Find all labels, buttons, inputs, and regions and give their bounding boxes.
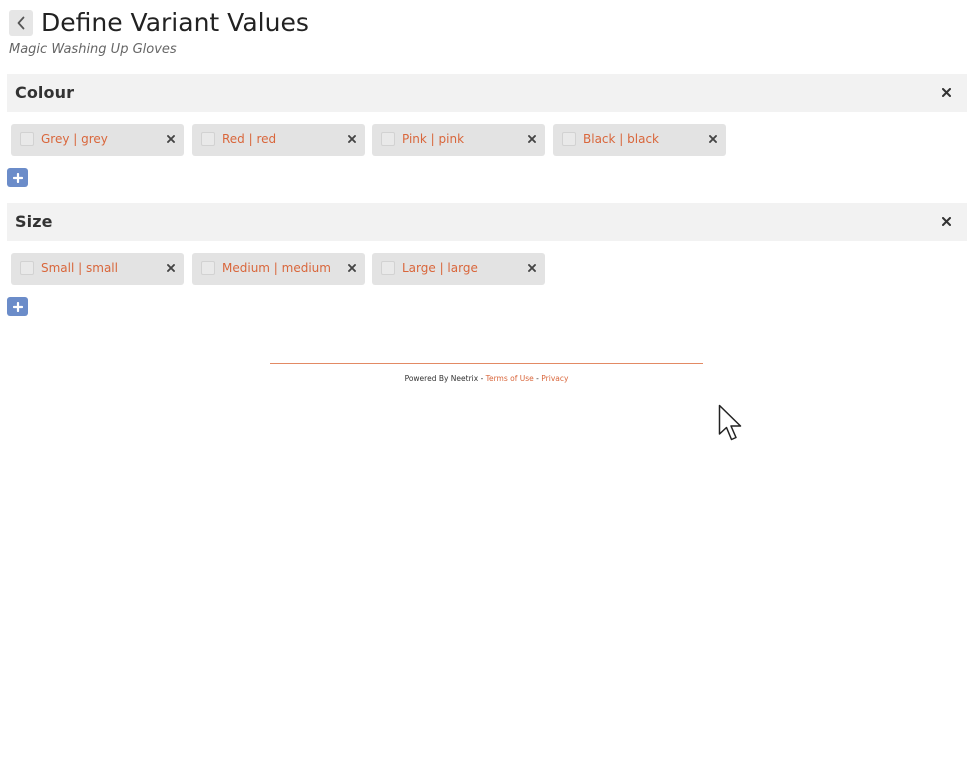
close-icon [348, 135, 356, 143]
value-label[interactable]: Grey | grey [41, 132, 108, 146]
close-icon [941, 87, 951, 97]
value-chip: Black | black [553, 124, 726, 156]
back-button[interactable] [9, 10, 33, 36]
value-checkbox[interactable] [20, 132, 34, 146]
remove-value-button[interactable] [346, 133, 358, 145]
value-checkbox[interactable] [381, 132, 395, 146]
section-title: Colour [15, 83, 75, 102]
close-icon [709, 135, 717, 143]
remove-value-button[interactable] [707, 133, 719, 145]
variant-section-size: Size Small | small Medium | medium Large… [7, 203, 967, 316]
footer-separator: - [536, 374, 539, 383]
value-checkbox[interactable] [201, 132, 215, 146]
value-label[interactable]: Medium | medium [222, 261, 331, 275]
plus-icon [12, 301, 23, 312]
mouse-pointer-icon [718, 404, 742, 441]
section-header: Size [7, 203, 967, 241]
footer-text: Powered By Neetrix - Terms of Use - Priv… [270, 374, 703, 383]
value-label[interactable]: Small | small [41, 261, 118, 275]
value-chip: Medium | medium [192, 253, 365, 285]
close-icon [941, 216, 951, 226]
close-icon [167, 264, 175, 272]
remove-section-button[interactable] [939, 214, 953, 228]
value-label[interactable]: Black | black [583, 132, 659, 146]
section-header: Colour [7, 74, 967, 112]
footer-divider [270, 363, 703, 364]
page-footer: Powered By Neetrix - Terms of Use - Priv… [270, 363, 703, 383]
chevron-left-icon [17, 16, 25, 30]
add-value-button[interactable] [7, 297, 28, 316]
value-checkbox[interactable] [20, 261, 34, 275]
value-chip: Grey | grey [11, 124, 184, 156]
section-title: Size [15, 212, 53, 231]
powered-by-text: Powered By Neetrix - [404, 374, 484, 383]
page-subtitle: Magic Washing Up Gloves [9, 42, 177, 57]
remove-value-button[interactable] [526, 262, 538, 274]
value-chip: Small | small [11, 253, 184, 285]
value-label[interactable]: Large | large [402, 261, 478, 275]
value-chip: Large | large [372, 253, 545, 285]
privacy-link[interactable]: Privacy [541, 374, 568, 383]
add-value-button[interactable] [7, 168, 28, 187]
remove-section-button[interactable] [939, 85, 953, 99]
value-checkbox[interactable] [562, 132, 576, 146]
close-icon [528, 264, 536, 272]
close-icon [348, 264, 356, 272]
close-icon [528, 135, 536, 143]
remove-value-button[interactable] [165, 262, 177, 274]
close-icon [167, 135, 175, 143]
variant-section-colour: Colour Grey | grey Red | red Pink | pink [7, 74, 967, 187]
page-title: Define Variant Values [41, 8, 309, 37]
remove-value-button[interactable] [346, 262, 358, 274]
value-checkbox[interactable] [201, 261, 215, 275]
terms-of-use-link[interactable]: Terms of Use [486, 374, 534, 383]
value-label[interactable]: Pink | pink [402, 132, 464, 146]
value-chip: Red | red [192, 124, 365, 156]
remove-value-button[interactable] [526, 133, 538, 145]
value-label[interactable]: Red | red [222, 132, 276, 146]
remove-value-button[interactable] [165, 133, 177, 145]
plus-icon [12, 172, 23, 183]
value-chip: Pink | pink [372, 124, 545, 156]
value-checkbox[interactable] [381, 261, 395, 275]
